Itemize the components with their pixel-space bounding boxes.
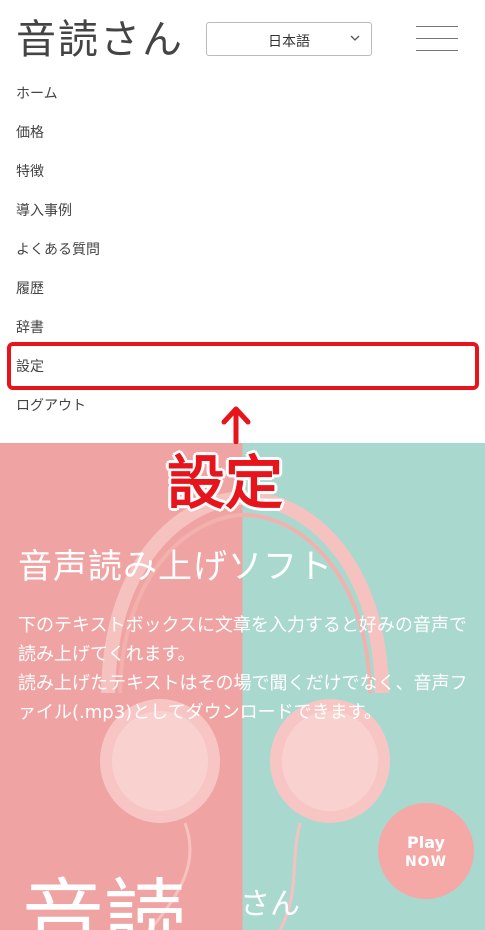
language-selected-value: 日本語 xyxy=(268,34,310,50)
hero-description-line1: 下のテキストボックスに文章を入力すると好みの音声で読み上げてくれます。 xyxy=(18,615,467,665)
hero-title: 音声読み上げソフト xyxy=(18,547,333,587)
site-logo[interactable]: 音読さん xyxy=(16,14,184,66)
hero-description-line2: 読み上げたテキストはその場で聞くだけでなく、音声ファイル(.mp3)としてダウン… xyxy=(18,673,468,723)
header: 音読さん 日本語 xyxy=(0,0,485,80)
menu-item-pricing[interactable]: 価格 xyxy=(16,123,44,143)
menu-item-dictionary[interactable]: 辞書 xyxy=(16,318,44,338)
hero-description: 下のテキストボックスに文章を入力すると好みの音声で読み上げてくれます。 読み上げ… xyxy=(18,611,478,727)
settings-highlight-box xyxy=(7,342,479,390)
menu-item-features[interactable]: 特徴 xyxy=(16,162,44,182)
hamburger-menu-button[interactable] xyxy=(416,26,458,52)
menu-item-case-studies[interactable]: 導入事例 xyxy=(16,201,72,221)
menu-item-logout[interactable]: ログアウト xyxy=(16,396,86,416)
settings-callout-label: 設定 xyxy=(167,449,284,517)
menu-item-home[interactable]: ホーム xyxy=(16,84,58,104)
language-select[interactable]: 日本語 xyxy=(206,22,372,56)
menu-item-faq[interactable]: よくある質問 xyxy=(16,240,100,260)
play-sub-label: NOW xyxy=(404,854,448,870)
chevron-down-icon xyxy=(350,35,360,41)
play-now-button[interactable]: Play NOW xyxy=(378,803,474,899)
menu-item-history[interactable]: 履歴 xyxy=(16,279,44,299)
arrow-up-icon xyxy=(221,406,251,444)
play-label: Play xyxy=(407,833,445,852)
hero-big-logo-partial: さん xyxy=(240,887,300,922)
hero-big-logo: 音読 xyxy=(22,871,187,930)
